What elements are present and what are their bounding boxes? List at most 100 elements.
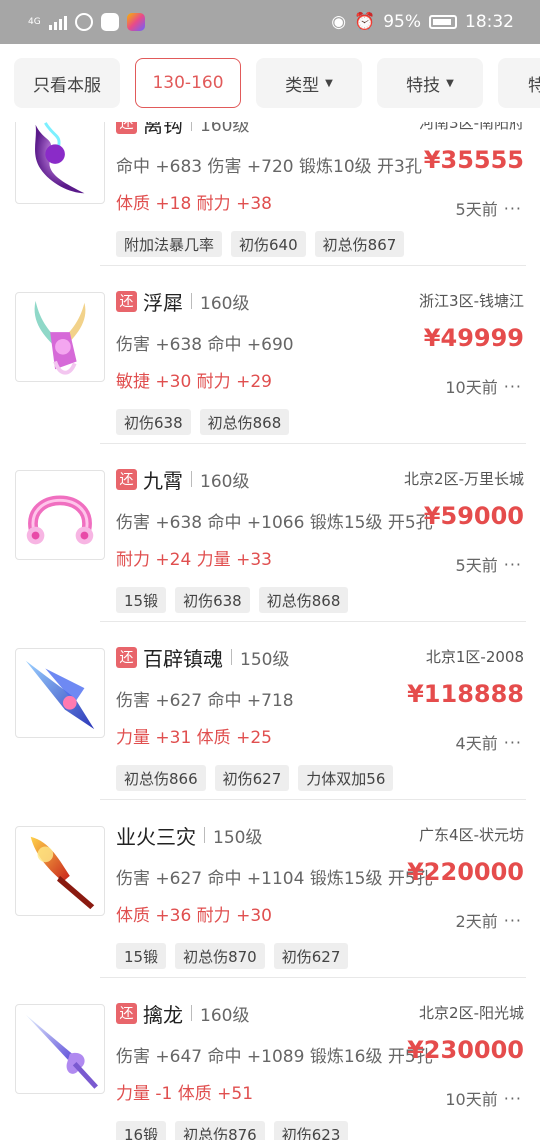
item-server: 北京2区-万里长城 bbox=[404, 470, 524, 488]
divider bbox=[231, 649, 232, 665]
item-price: ¥49999 bbox=[423, 324, 524, 352]
list-item[interactable]: 业火三灾 150级 广东4区-状元坊 伤害 +627 命中 +1104 锻炼15… bbox=[0, 800, 540, 978]
item-price: ¥35555 bbox=[423, 146, 524, 174]
item-stats: 伤害 +638 命中 +1066 锻炼15级 开5孔 bbox=[116, 513, 433, 533]
item-title-row: 还 九霄 160级 bbox=[116, 466, 250, 493]
filter-more-button[interactable]: 特 bbox=[498, 58, 540, 108]
return-tag: 还 bbox=[116, 468, 137, 490]
item-name: 离钩 bbox=[143, 122, 183, 137]
network-label: 4G bbox=[28, 16, 41, 27]
time-label: 4天前 bbox=[455, 734, 498, 753]
more-icon[interactable]: ··· bbox=[504, 377, 522, 396]
battery-percent: 95% bbox=[383, 12, 421, 32]
chip: 初伤638 bbox=[116, 409, 191, 435]
return-tag: 还 bbox=[116, 290, 137, 312]
time-label: 10天前 bbox=[445, 1090, 498, 1109]
item-attrs: 力量 -1 体质 +51 bbox=[116, 1084, 254, 1104]
item-level: 150级 bbox=[213, 827, 263, 848]
item-level: 160级 bbox=[200, 1005, 250, 1026]
item-level: 150级 bbox=[240, 649, 290, 670]
item-stats: 伤害 +647 命中 +1089 锻炼16级 开5孔 bbox=[116, 1047, 433, 1067]
fire-sword-icon bbox=[15, 826, 105, 916]
filter-level-range-button[interactable]: 130-160 bbox=[135, 58, 241, 108]
list-item[interactable]: 还 离钩 160级 河南3区-南阳府 命中 +683 伤害 +720 锻炼10级… bbox=[0, 122, 540, 266]
item-title-row: 还 百辟镇魂 150级 bbox=[116, 644, 290, 671]
app-notification-icon bbox=[100, 13, 119, 31]
battery-icon bbox=[429, 15, 457, 29]
filter-label: 特 bbox=[528, 75, 540, 96]
chip: 初总伤866 bbox=[116, 765, 206, 791]
app-notification-icon-2 bbox=[126, 13, 145, 31]
filter-label: 只看本服 bbox=[33, 75, 101, 96]
item-server: 北京1区-2008 bbox=[425, 648, 524, 666]
chip: 初总伤870 bbox=[175, 943, 265, 969]
item-level: 160级 bbox=[200, 122, 250, 136]
divider bbox=[191, 293, 192, 309]
more-icon[interactable]: ··· bbox=[504, 733, 522, 752]
filter-label: 特技 bbox=[406, 75, 441, 96]
time-label: 10天前 bbox=[445, 378, 498, 397]
filter-bar: 只看本服 130-160 类型 ▼ 特技 ▼ 特 bbox=[0, 44, 540, 122]
wifi-icon bbox=[74, 13, 93, 31]
item-name: 擒龙 bbox=[143, 1002, 183, 1027]
divider bbox=[204, 827, 205, 843]
item-server: 北京2区-阳光城 bbox=[419, 1004, 524, 1022]
item-server: 广东4区-状元坊 bbox=[419, 826, 524, 844]
chip: 初总伤867 bbox=[314, 231, 405, 257]
more-icon[interactable]: ··· bbox=[504, 1089, 522, 1108]
item-title-row: 还 浮犀 160级 bbox=[116, 288, 250, 315]
more-icon[interactable]: ··· bbox=[504, 199, 522, 218]
item-time: 10天前 ··· bbox=[445, 374, 522, 398]
more-icon[interactable]: ··· bbox=[504, 911, 522, 930]
status-bar: 4G ◉ ⏰ 95% 18:32 bbox=[0, 0, 540, 44]
item-level: 160级 bbox=[200, 293, 250, 314]
filter-local-server-button[interactable]: 只看本服 bbox=[14, 58, 120, 108]
item-attrs: 敏捷 +30 耐力 +29 bbox=[116, 372, 272, 392]
item-title-row: 还 离钩 160级 bbox=[116, 122, 250, 137]
divider bbox=[191, 471, 192, 487]
filter-label: 类型 bbox=[285, 75, 320, 96]
chip: 15锻 bbox=[116, 943, 167, 969]
item-stats: 伤害 +638 命中 +690 bbox=[116, 335, 294, 355]
divider bbox=[191, 1005, 192, 1021]
chip: 初伤627 bbox=[273, 943, 349, 969]
item-chips: 初总伤866 初伤627 力体双加56 bbox=[116, 765, 394, 791]
item-price: ¥59000 bbox=[423, 502, 524, 530]
filter-type-button[interactable]: 类型 ▼ bbox=[256, 58, 362, 108]
chip: 初伤627 bbox=[214, 765, 290, 791]
item-time: 5天前 ··· bbox=[456, 196, 522, 220]
chip: 附加法暴几率 bbox=[116, 231, 223, 257]
filter-label: 130-160 bbox=[152, 73, 224, 93]
item-attrs: 体质 +36 耐力 +30 bbox=[116, 906, 272, 926]
item-attrs: 力量 +31 体质 +25 bbox=[116, 728, 272, 748]
filter-skill-button[interactable]: 特技 ▼ bbox=[377, 58, 483, 108]
list-item[interactable]: 还 浮犀 160级 浙江3区-钱塘江 伤害 +638 命中 +690 ¥4999… bbox=[0, 266, 540, 444]
item-attrs: 耐力 +24 力量 +33 bbox=[116, 550, 272, 570]
chip: 初伤623 bbox=[273, 1121, 349, 1140]
chip: 初伤638 bbox=[175, 587, 250, 613]
chip: 16锻 bbox=[116, 1121, 167, 1140]
status-right: ◉ ⏰ 95% 18:32 bbox=[331, 12, 514, 32]
item-level: 160级 bbox=[200, 471, 250, 492]
chip: 初总伤868 bbox=[199, 409, 290, 435]
return-tag: 还 bbox=[116, 1002, 137, 1024]
return-tag: 还 bbox=[116, 646, 137, 668]
list-item[interactable]: 还 百辟镇魂 150级 北京1区-2008 伤害 +627 命中 +718 ¥1… bbox=[0, 622, 540, 800]
claw-weapon-icon bbox=[15, 292, 105, 382]
crystal-sword-icon bbox=[15, 1004, 105, 1094]
return-tag: 还 bbox=[116, 122, 137, 134]
more-icon[interactable]: ··· bbox=[504, 555, 522, 574]
item-time: 4天前 ··· bbox=[456, 730, 522, 754]
list-item[interactable]: 还 九霄 160级 北京2区-万里长城 伤害 +638 命中 +1066 锻炼1… bbox=[0, 444, 540, 622]
item-server: 浙江3区-钱塘江 bbox=[419, 292, 524, 310]
item-name: 业火三灾 bbox=[116, 824, 196, 849]
item-list[interactable]: 还 离钩 160级 河南3区-南阳府 命中 +683 伤害 +720 锻炼10级… bbox=[0, 122, 540, 1140]
item-price: ¥230000 bbox=[407, 1036, 524, 1064]
item-attrs: 体质 +18 耐力 +38 bbox=[116, 194, 272, 214]
list-item[interactable]: 还 擒龙 160级 北京2区-阳光城 伤害 +647 命中 +1089 锻炼16… bbox=[0, 978, 540, 1140]
hook-weapon-icon bbox=[15, 122, 105, 204]
item-chips: 初伤638 初总伤868 bbox=[116, 409, 290, 435]
chip: 初伤640 bbox=[231, 231, 306, 257]
item-name: 浮犀 bbox=[143, 290, 183, 315]
time-label: 5天前 bbox=[455, 556, 498, 575]
